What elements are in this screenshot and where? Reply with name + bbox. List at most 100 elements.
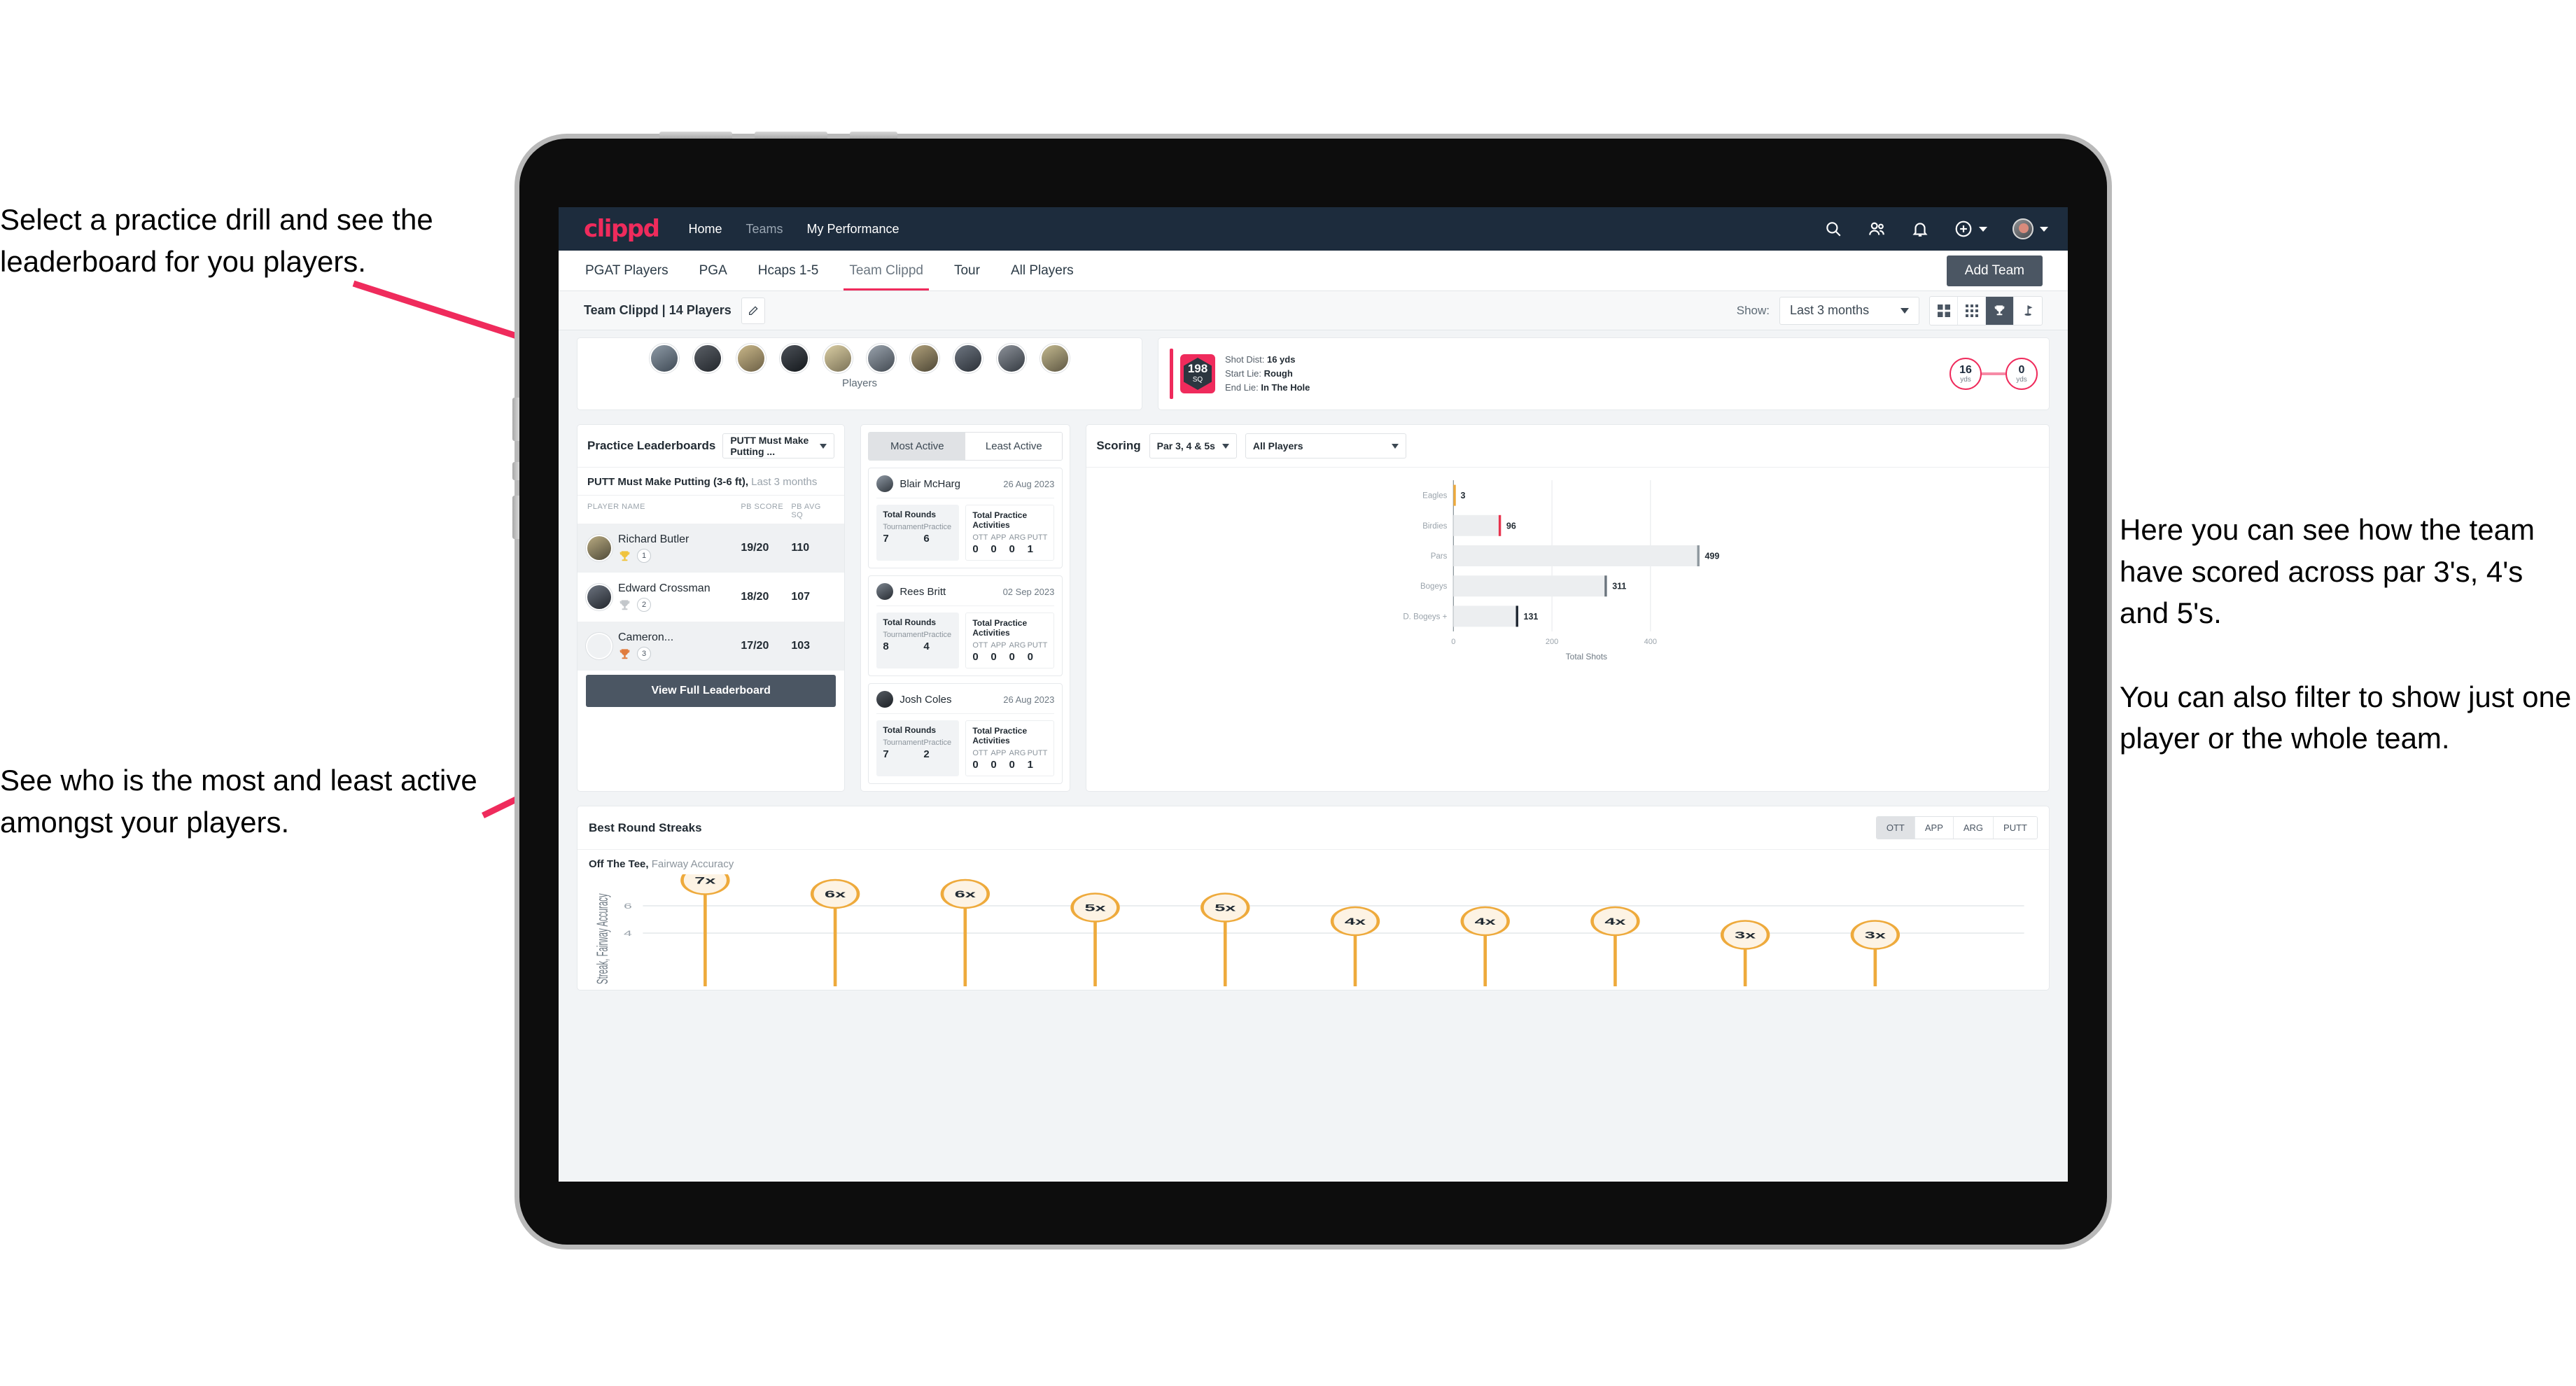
player-name: Rees Britt: [899, 585, 946, 598]
player-avatar[interactable]: [1040, 344, 1070, 373]
leaderboard-period: Last 3 months: [748, 476, 818, 488]
player-avatar[interactable]: [867, 344, 896, 373]
segment-putt[interactable]: PUTT: [1994, 817, 2037, 839]
search-icon[interactable]: [1824, 220, 1842, 238]
svg-text:Total Shots: Total Shots: [1566, 652, 1607, 662]
scoring-title: Scoring: [1096, 439, 1141, 452]
view-mode-grid-2x2[interactable]: [1930, 296, 1958, 325]
profile-menu[interactable]: [2012, 218, 2048, 239]
avatar: [587, 634, 611, 658]
rounds-key-tournament: Tournament: [883, 523, 924, 531]
player-badges: 3: [618, 647, 741, 661]
header-actions: [1824, 218, 2048, 239]
par-filter-select[interactable]: Par 3, 4 & 5s: [1149, 433, 1237, 458]
player-avatar[interactable]: [736, 344, 766, 373]
chevron-down-icon: [1222, 443, 1229, 449]
pencil-icon: [748, 305, 758, 315]
add-team-button[interactable]: Add Team: [1946, 255, 2043, 286]
activity-date: 02 Sep 2023: [1002, 586, 1055, 597]
segment-app[interactable]: APP: [1914, 817, 1954, 839]
screenshot-root: Select a practice drill and see the lead…: [0, 0, 2576, 1386]
player-avatar[interactable]: [910, 344, 939, 373]
tab-most-active[interactable]: Most Active: [869, 433, 966, 460]
streaks-header: Best Round Streaks OTT APP ARG PUTT: [578, 806, 2049, 850]
activity-item-header: Josh Coles 26 Aug 2023: [876, 691, 1055, 714]
streaks-lollipop-chart: 4 6 Streak, Fairway Accuracy 7x 6x 6x 5x 5x 4x 4x…: [594, 865, 2024, 1002]
date-range-select[interactable]: Last 3 months: [1779, 296, 1919, 325]
player-avatar[interactable]: [650, 344, 679, 373]
svg-text:200: 200: [1546, 638, 1558, 646]
table-row[interactable]: Richard Butler 1 19/20 110: [578, 524, 845, 573]
avatar[interactable]: [2012, 218, 2033, 239]
practice-key-ott: OTT: [972, 533, 988, 542]
list-item[interactable]: Josh Coles 26 Aug 2023 Total Rounds Tour…: [868, 683, 1063, 784]
view-mode-flag[interactable]: [2014, 297, 2042, 325]
tab-tour[interactable]: Tour: [953, 251, 981, 290]
list-item[interactable]: Blair McHarg 26 Aug 2023 Total Rounds To…: [868, 468, 1063, 568]
streaks-subtitle: Off The Tee, Fairway Accuracy: [578, 850, 2049, 870]
grid-2x2-icon: [1937, 304, 1950, 317]
device-side-button-1: [512, 398, 519, 441]
drill-select[interactable]: PUTT Must Make Putting ...: [722, 433, 835, 458]
player-name: Edward Crossman: [618, 582, 710, 594]
player-avatar[interactable]: [823, 344, 853, 373]
segment-ott[interactable]: OTT: [1876, 817, 1915, 839]
streaks-title: Best Round Streaks: [589, 820, 702, 834]
edit-team-button[interactable]: [741, 297, 765, 324]
table-row[interactable]: Cameron... 3 17/20 103: [578, 622, 845, 671]
tab-hcaps-1-5[interactable]: Hcaps 1-5: [757, 251, 820, 290]
start-lie-key: Start Lie:: [1225, 368, 1262, 379]
tab-all-players[interactable]: All Players: [1009, 251, 1075, 290]
view-full-leaderboard-button[interactable]: View Full Leaderboard: [586, 675, 836, 707]
svg-text:4x: 4x: [1345, 916, 1366, 927]
svg-text:7x: 7x: [694, 875, 715, 886]
view-mode-trophy[interactable]: [1986, 296, 2014, 325]
middle-row: Practice Leaderboards PUTT Must Make Put…: [577, 424, 2050, 792]
clippd-logo[interactable]: clippd: [584, 215, 660, 243]
plus-circle-icon[interactable]: [1954, 220, 1973, 238]
pb-score: 18/20: [741, 591, 769, 603]
people-icon[interactable]: [1868, 220, 1886, 238]
distance-connector: [1982, 372, 2005, 375]
practice-key-arg: ARG: [1009, 641, 1026, 650]
scoring-card: Scoring Par 3, 4 & 5s All Players 0 200 …: [1086, 424, 2050, 792]
tab-team-clippd[interactable]: Team Clippd: [844, 251, 929, 290]
rounds-value-tournament: 8: [883, 640, 889, 652]
tab-pga[interactable]: PGA: [698, 251, 729, 290]
bell-icon[interactable]: [1911, 220, 1929, 238]
drill-select-value: PUTT Must Make Putting ...: [730, 435, 809, 457]
player-avatar[interactable]: [953, 344, 983, 373]
segment-arg[interactable]: ARG: [1953, 817, 1994, 839]
nav-my-performance[interactable]: My Performance: [807, 222, 899, 237]
player-avatar[interactable]: [780, 344, 809, 373]
trophy-icon: [620, 550, 630, 561]
table-row[interactable]: Edward Crossman 2 18/20 107: [578, 573, 844, 622]
practice-leaderboard-card: Practice Leaderboards PUTT Must Make Put…: [577, 424, 846, 792]
avatar: [876, 691, 894, 708]
nav-home[interactable]: Home: [688, 222, 722, 237]
svg-text:499: 499: [1705, 552, 1720, 561]
list-item[interactable]: Rees Britt 02 Sep 2023 Total Rounds Tour…: [868, 575, 1063, 676]
view-mode-grid-3x3[interactable]: [1958, 296, 1986, 325]
player-avatar[interactable]: [693, 344, 722, 373]
end-distance: 0 yds: [2005, 358, 2038, 390]
add-menu[interactable]: [1954, 220, 1987, 238]
activity-item-header: Blair McHarg 26 Aug 2023: [876, 475, 1055, 498]
tab-pgat-players[interactable]: PGAT Players: [584, 251, 670, 290]
column-pb-score: PB SCORE: [741, 503, 784, 511]
app-header: clippd Home Teams My Performance: [559, 207, 2068, 251]
practice-value-arg: 0: [1009, 759, 1015, 771]
pb-avg-sq: 107: [791, 591, 811, 603]
nav-teams[interactable]: Teams: [746, 222, 783, 237]
team-name-label: Team Clippd | 14 Players: [584, 303, 732, 317]
activity-stats: Total Rounds Tournament 7 Practice 2 Total…: [876, 720, 1055, 776]
activity-date: 26 Aug 2023: [1003, 694, 1055, 705]
player-avatar[interactable]: [997, 344, 1026, 373]
practice-value-ott: 0: [972, 543, 979, 555]
player-name: Josh Coles: [899, 693, 952, 706]
practice-key-app: APP: [990, 749, 1007, 757]
tab-least-active[interactable]: Least Active: [965, 433, 1063, 460]
avatar: [876, 583, 894, 600]
total-rounds-box: Total Rounds Tournament 7 Practice 6: [876, 505, 960, 561]
player-filter-select[interactable]: All Players: [1245, 433, 1406, 458]
